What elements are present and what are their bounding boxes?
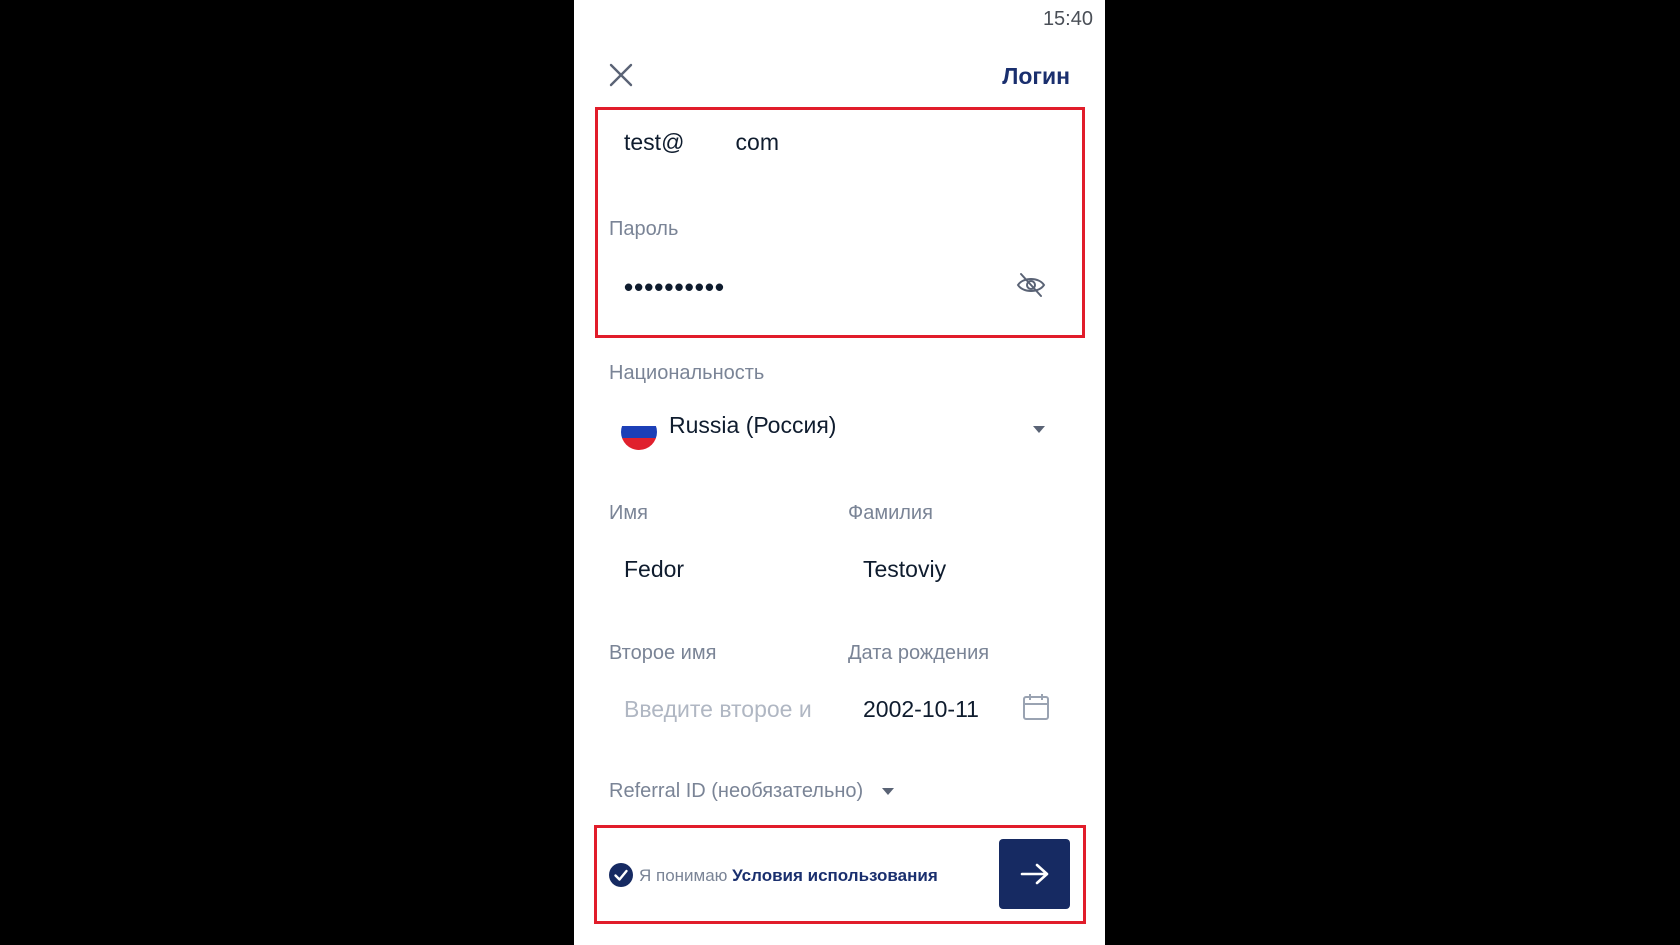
first-name-label: Имя: [609, 502, 648, 524]
login-link[interactable]: Логин: [1002, 63, 1070, 90]
first-name-field[interactable]: [624, 552, 824, 586]
password-label: Пароль: [609, 218, 679, 240]
next-button[interactable]: [999, 839, 1070, 909]
referral-toggle[interactable]: Referral ID (необязательно): [609, 780, 863, 803]
terms-text: Я понимаю Условия использования: [639, 866, 938, 886]
birth-date-label: Дата рождения: [848, 642, 990, 664]
eye-off-icon[interactable]: [1016, 270, 1046, 300]
close-icon[interactable]: [608, 62, 634, 88]
registration-screen: 15:40 Логин Пароль •••••••••• Национальн…: [574, 0, 1105, 945]
calendar-icon[interactable]: [1022, 693, 1050, 721]
middle-name-field[interactable]: [624, 692, 824, 726]
password-field[interactable]: ••••••••••: [624, 272, 725, 303]
terms-prefix: Я понимаю: [639, 866, 728, 885]
arrow-right-icon: [1020, 863, 1048, 885]
middle-name-label: Второе имя: [609, 642, 717, 664]
russia-flag-icon: [621, 414, 657, 450]
nationality-label: Национальность: [609, 362, 765, 384]
birth-date-field[interactable]: [863, 692, 1008, 726]
email-field[interactable]: [624, 126, 1044, 158]
check-circle-icon[interactable]: [609, 863, 633, 887]
last-name-field[interactable]: [863, 552, 1063, 586]
last-name-label: Фамилия: [848, 502, 933, 524]
chevron-down-icon[interactable]: [882, 788, 894, 795]
status-bar-time: 15:40: [1042, 8, 1093, 30]
nationality-value: Russia (Россия): [669, 412, 837, 438]
chevron-down-icon[interactable]: [1033, 426, 1045, 433]
terms-link[interactable]: Условия использования: [732, 866, 938, 885]
